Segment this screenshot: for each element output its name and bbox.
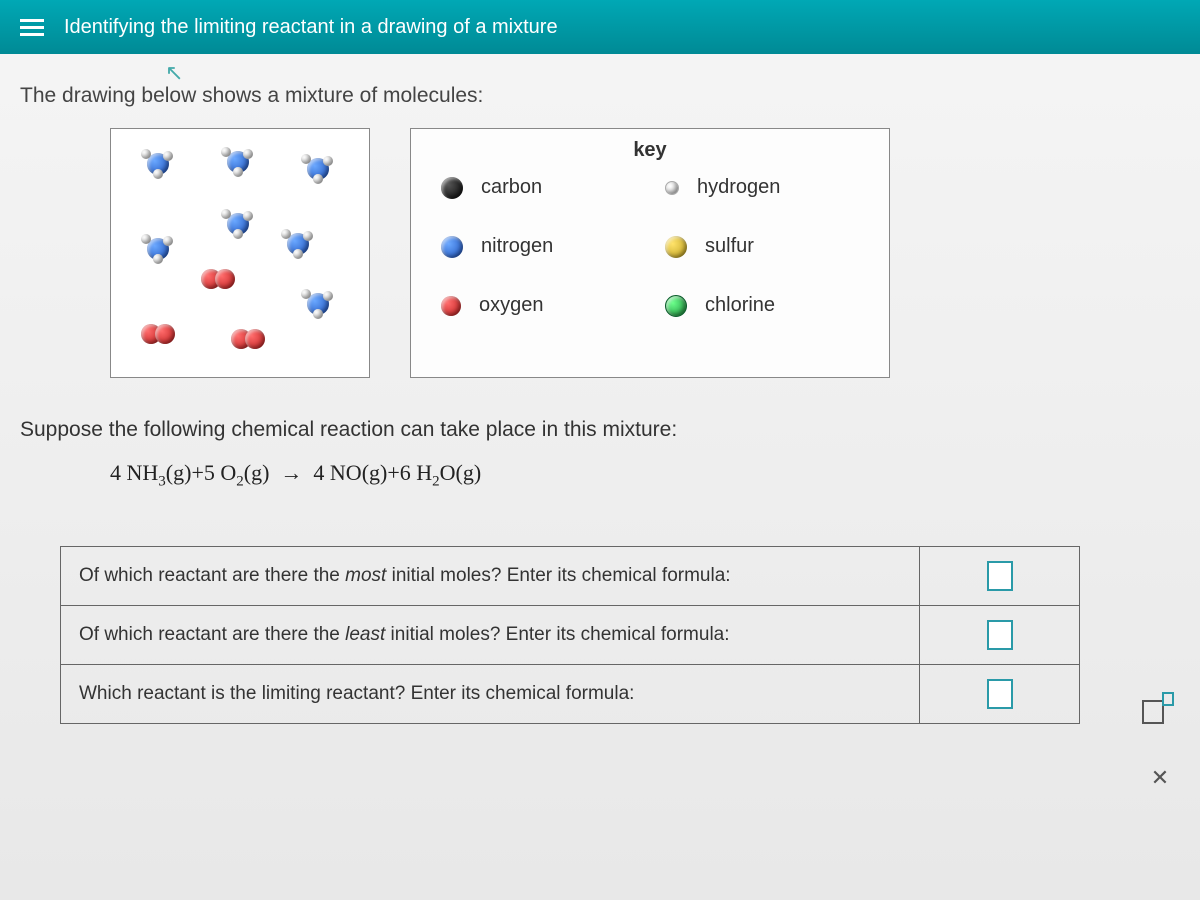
key-title: key bbox=[441, 139, 859, 162]
eq-formula: O bbox=[440, 460, 456, 485]
eq-coef: 4 bbox=[110, 460, 121, 485]
eq-formula: NO bbox=[330, 460, 362, 485]
question-text: Of which reactant are there the least in… bbox=[61, 610, 919, 660]
page-title: Identifying the limiting reactant in a d… bbox=[64, 16, 558, 39]
molecule-o2 bbox=[141, 324, 177, 346]
eq-formula: O bbox=[220, 460, 236, 485]
table-row: Which reactant is the limiting reactant?… bbox=[61, 665, 1079, 723]
hydrogen-icon bbox=[665, 181, 679, 195]
q-em: most bbox=[345, 565, 386, 586]
table-row: Of which reactant are there the most ini… bbox=[61, 547, 1079, 606]
carbon-icon bbox=[441, 177, 463, 199]
key-label: hydrogen bbox=[697, 176, 780, 199]
nitrogen-icon bbox=[441, 236, 463, 258]
key-label: sulfur bbox=[705, 235, 754, 258]
key-item-chlorine: chlorine bbox=[665, 294, 859, 317]
molecule-nh3 bbox=[301, 289, 335, 319]
answer-input[interactable] bbox=[987, 620, 1013, 650]
eq-sub: 3 bbox=[158, 473, 166, 489]
superscript-tool-icon[interactable] bbox=[1138, 690, 1182, 730]
answer-input[interactable] bbox=[987, 561, 1013, 591]
oxygen-icon bbox=[441, 296, 461, 316]
molecule-nh3 bbox=[141, 149, 175, 179]
q-suffix: initial moles? Enter its chemical formul… bbox=[386, 565, 730, 586]
molecule-nh3 bbox=[301, 154, 335, 184]
key-item-oxygen: oxygen bbox=[441, 294, 635, 317]
key-item-sulfur: sulfur bbox=[665, 235, 859, 258]
eq-formula: H bbox=[416, 460, 432, 485]
suppose-text: Suppose the following chemical reaction … bbox=[20, 418, 1180, 442]
table-row: Of which reactant are there the least in… bbox=[61, 606, 1079, 665]
answer-input[interactable] bbox=[987, 679, 1013, 709]
question-table: Of which reactant are there the most ini… bbox=[60, 546, 1080, 724]
eq-sub: 2 bbox=[236, 473, 244, 489]
q-prefix: Of which reactant are there the bbox=[79, 565, 345, 586]
question-text: Of which reactant are there the most ini… bbox=[61, 551, 919, 601]
molecule-nh3 bbox=[141, 234, 175, 264]
q-em: least bbox=[345, 624, 385, 645]
molecule-drawing bbox=[110, 128, 370, 378]
molecule-o2 bbox=[231, 329, 267, 351]
q-suffix: initial moles? Enter its chemical formul… bbox=[385, 624, 729, 645]
content-area: ↖ The drawing below shows a mixture of m… bbox=[0, 54, 1200, 744]
eq-plus: + bbox=[387, 460, 399, 485]
eq-coef: 5 bbox=[204, 460, 215, 485]
key-label: chlorine bbox=[705, 294, 775, 317]
molecule-o2 bbox=[201, 269, 237, 291]
eq-sub: 2 bbox=[432, 473, 440, 489]
q-prefix: Of which reactant are there the bbox=[79, 624, 345, 645]
answer-cell bbox=[919, 606, 1079, 664]
key-label: carbon bbox=[481, 176, 542, 199]
answer-cell bbox=[919, 665, 1079, 723]
eq-state: (g) bbox=[362, 460, 388, 485]
side-toolbar: ✕ bbox=[1138, 690, 1182, 798]
molecule-nh3 bbox=[221, 209, 255, 239]
eq-state: (g) bbox=[456, 460, 482, 485]
eq-coef: 6 bbox=[400, 460, 411, 485]
eq-plus: + bbox=[191, 460, 203, 485]
molecule-nh3 bbox=[221, 147, 255, 177]
answer-cell bbox=[919, 547, 1079, 605]
molecule-nh3 bbox=[281, 229, 315, 259]
eq-formula: NH bbox=[127, 460, 159, 485]
intro-text: The drawing below shows a mixture of mol… bbox=[20, 84, 1180, 108]
chlorine-icon bbox=[665, 295, 687, 317]
key-item-hydrogen: hydrogen bbox=[665, 176, 859, 199]
header-bar: Identifying the limiting reactant in a d… bbox=[0, 0, 1200, 54]
sulfur-icon bbox=[665, 236, 687, 258]
key-item-carbon: carbon bbox=[441, 176, 635, 199]
eq-coef: 4 bbox=[313, 460, 324, 485]
drawing-key-row: key carbon hydrogen nitrogen sulfur bbox=[110, 128, 1180, 378]
question-text: Which reactant is the limiting reactant?… bbox=[61, 669, 919, 719]
eq-state: (g) bbox=[244, 460, 270, 485]
eq-state: (g) bbox=[166, 460, 192, 485]
close-icon[interactable]: ✕ bbox=[1138, 758, 1182, 798]
key-label: oxygen bbox=[479, 294, 544, 317]
chemical-equation: 4 NH3(g)+5 O2(g) → 4 NO(g)+6 H2O(g) bbox=[110, 460, 1180, 490]
eq-arrow: → bbox=[280, 460, 302, 485]
key-label: nitrogen bbox=[481, 235, 553, 258]
menu-icon[interactable] bbox=[20, 19, 44, 36]
key-legend: key carbon hydrogen nitrogen sulfur bbox=[410, 128, 890, 378]
q-prefix: Which reactant is the limiting reactant?… bbox=[79, 683, 634, 704]
key-item-nitrogen: nitrogen bbox=[441, 235, 635, 258]
cursor-icon: ↖ bbox=[165, 60, 183, 86]
